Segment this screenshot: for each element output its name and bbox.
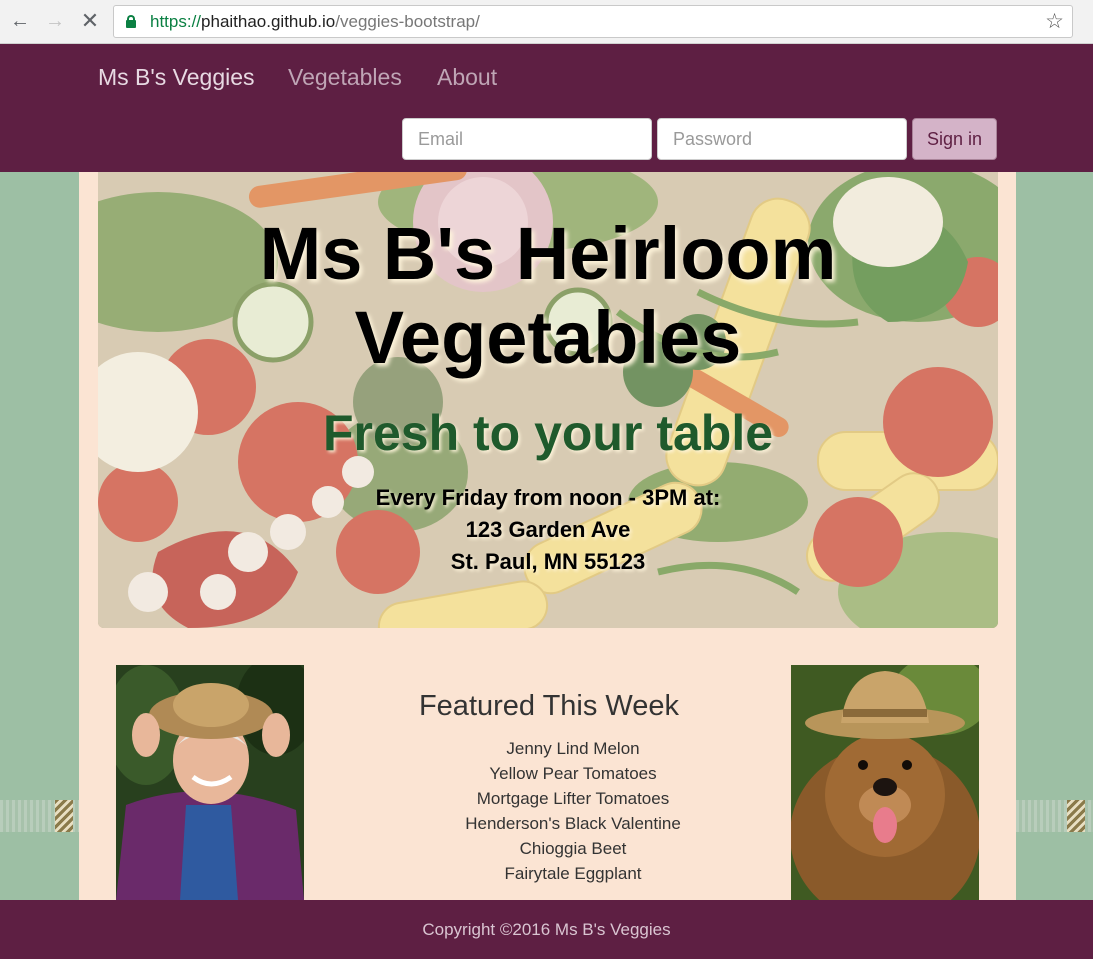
right-twine-decoration — [1067, 800, 1085, 832]
hero-jumbotron: Ms B's Heirloom Vegetables Fresh to your … — [98, 172, 998, 628]
market-schedule: Every Friday from noon - 3PM at: — [375, 485, 721, 510]
main-container: Ms B's Heirloom Vegetables Fresh to your … — [79, 172, 1016, 900]
site-navbar: Ms B's Veggies Vegetables About Sign in — [0, 44, 1093, 172]
stop-loading-icon[interactable]: ✕ — [78, 9, 102, 33]
password-field[interactable] — [657, 118, 907, 160]
url-host: phaithao.github.io — [201, 12, 336, 31]
dog-photo — [791, 665, 979, 900]
copyright-text: Copyright ©2016 Ms B's Veggies — [422, 920, 671, 939]
hero-title-line1: Ms B's Heirloom — [259, 212, 837, 295]
woman-photo — [116, 665, 304, 900]
url-scheme: https:// — [150, 12, 202, 31]
lock-icon — [126, 15, 136, 28]
site-footer: Copyright ©2016 Ms B's Veggies — [0, 900, 1093, 959]
address-bar[interactable]: https://phaithao.github.io/veggies-boots… — [113, 5, 1073, 38]
sign-in-button[interactable]: Sign in — [912, 118, 997, 160]
url-text[interactable]: https://phaithao.github.io/veggies-boots… — [150, 12, 480, 32]
forward-arrow-icon[interactable]: → — [43, 9, 67, 33]
featured-item: Yellow Pear Tomatoes — [489, 764, 657, 783]
market-street: 123 Garden Ave — [465, 517, 631, 542]
market-info: Every Friday from noon - 3PM at: 123 Gar… — [98, 482, 998, 578]
featured-item: Mortgage Lifter Tomatoes — [476, 789, 670, 808]
email-field[interactable] — [402, 118, 652, 160]
featured-item: Chioggia Beet — [519, 839, 627, 858]
brand-link[interactable]: Ms B's Veggies — [98, 64, 255, 91]
nav-link-vegetables[interactable]: Vegetables — [288, 64, 402, 91]
hero-subtitle: Fresh to your table — [322, 405, 774, 461]
left-twine-decoration — [55, 800, 73, 832]
nav-link-about[interactable]: About — [437, 64, 497, 91]
browser-toolbar: ← → ✕ https://phaithao.github.io/veggies… — [0, 0, 1093, 44]
hero-title: Ms B's Heirloom Vegetables — [98, 212, 998, 380]
back-arrow-icon[interactable]: ← — [8, 9, 32, 33]
featured-item: Jenny Lind Melon — [506, 739, 640, 758]
featured-list: Jenny Lind Melon Yellow Pear Tomatoes Mo… — [423, 736, 723, 886]
featured-item: Henderson's Black Valentine — [465, 814, 681, 833]
featured-title: Featured This Week — [418, 690, 680, 722]
market-city: St. Paul, MN 55123 — [450, 549, 646, 574]
url-path: /veggies-bootstrap/ — [335, 12, 480, 31]
featured-item: Fairytale Eggplant — [504, 864, 642, 883]
hero-title-line2: Vegetables — [354, 296, 742, 379]
bookmark-star-icon[interactable]: ☆ — [1045, 9, 1064, 34]
